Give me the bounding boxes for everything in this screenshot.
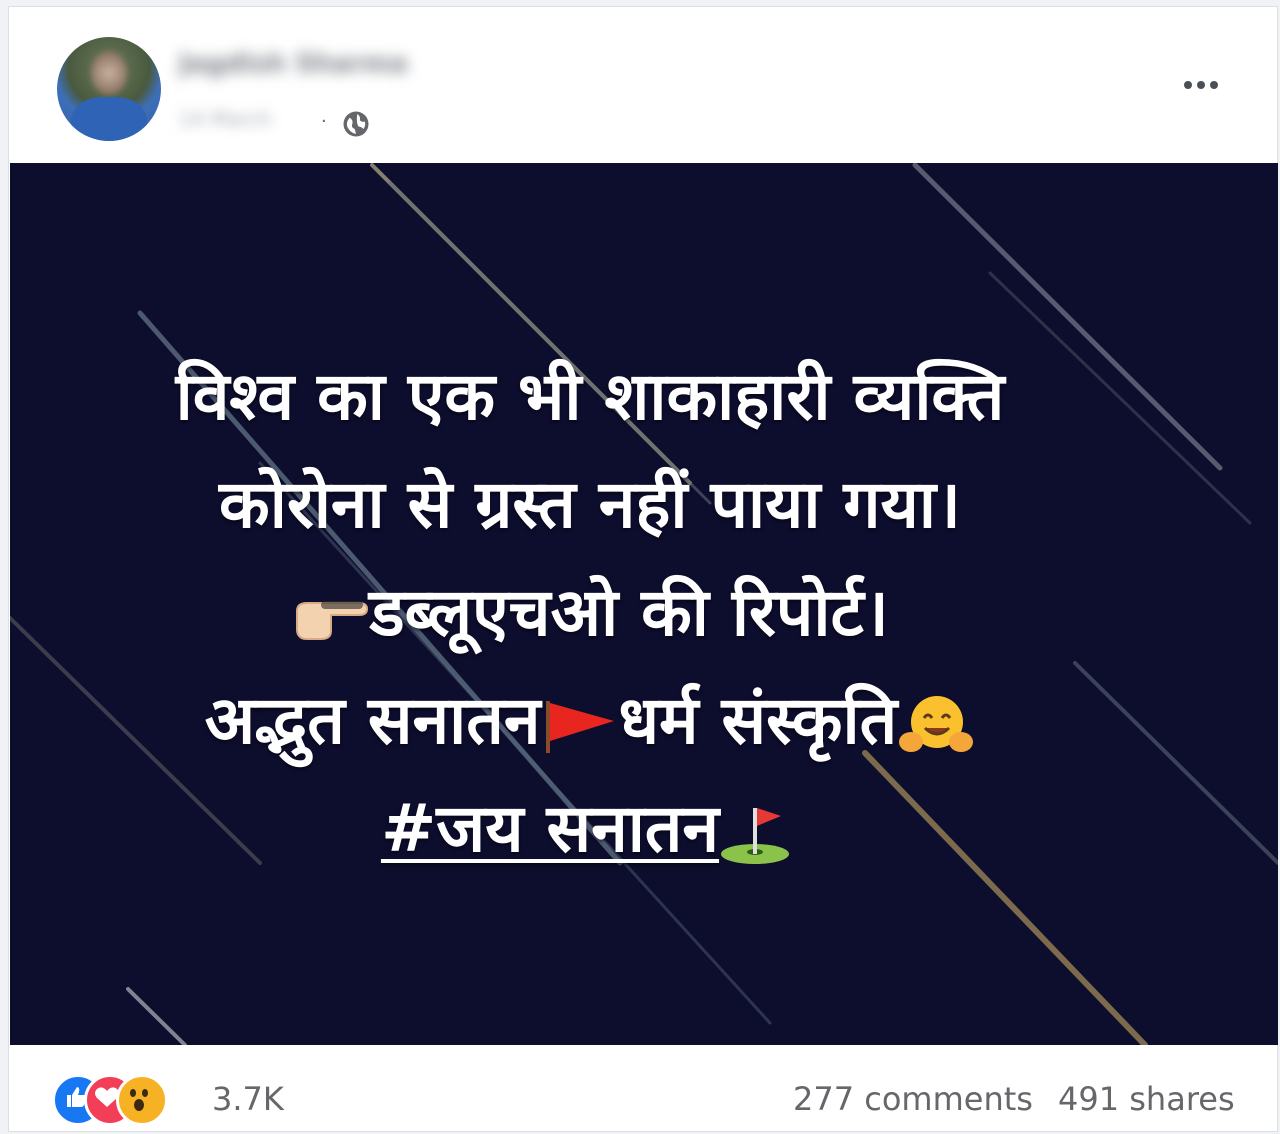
post-text: विश्व का एक भी शाकाहारी व्यक्ति कोरोना स… (10, 343, 1170, 883)
post-image[interactable]: विश्व का एक भी शाकाहारी व्यक्ति कोरोना स… (10, 163, 1278, 1045)
wow-reaction-icon (116, 1074, 168, 1126)
more-options-icon[interactable] (1177, 69, 1225, 101)
golf-flag-icon (721, 807, 790, 864)
post-text-line-5: धर्म संस्कृति (618, 682, 898, 759)
pointing-right-icon (296, 600, 369, 640)
post-text-line-4: अद्भुत सनातन (204, 682, 541, 759)
author-name[interactable]: Jagdish Sharma (179, 49, 451, 81)
post-date[interactable]: 14 March (179, 107, 319, 135)
post-text-line-2: कोरोना से ग्रस्त नहीं पाया गया। (219, 466, 961, 543)
avatar[interactable] (57, 37, 161, 141)
reactions-summary[interactable] (52, 1074, 192, 1126)
separator-dot: · (321, 111, 327, 132)
red-flag-icon (546, 700, 615, 753)
globe-icon (343, 111, 369, 137)
shares-count[interactable]: 491 shares (1058, 1080, 1235, 1118)
post-text-line-1: विश्व का एक भी शाकाहारी व्यक्ति (175, 358, 1005, 435)
reaction-count[interactable]: 3.7K (212, 1080, 284, 1118)
post-text-line-3: डब्लूएचओ की रिपोर्ट। (369, 574, 889, 651)
hugging-face-icon (899, 695, 974, 752)
comments-count[interactable]: 277 comments (793, 1080, 1033, 1118)
hashtag-text[interactable]: #जय सनातन (381, 790, 719, 867)
